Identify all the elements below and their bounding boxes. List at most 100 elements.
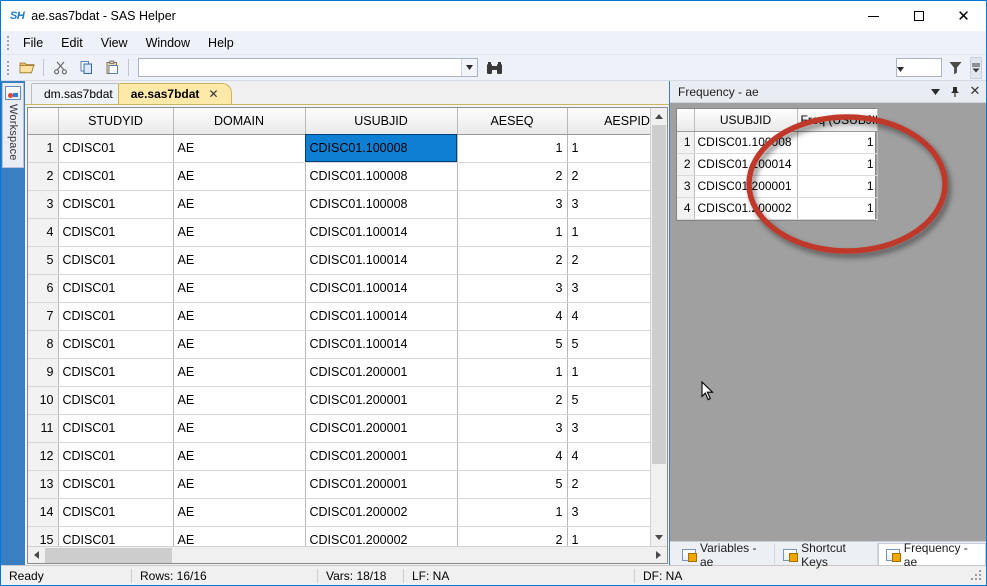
cell-aeseq[interactable]: 1 xyxy=(457,134,568,163)
close-button[interactable]: ✕ xyxy=(941,1,986,31)
cell-aeseq[interactable]: 2 xyxy=(457,162,568,191)
cell-aeseq[interactable]: 3 xyxy=(457,414,568,443)
column-header-domain[interactable]: DOMAIN xyxy=(173,108,306,135)
table-row[interactable]: 1 CDISC01.100008 1 xyxy=(677,131,878,154)
row-number[interactable]: 7 xyxy=(28,302,59,331)
column-header-aeseq[interactable]: AESEQ xyxy=(457,108,568,135)
vertical-scrollbar[interactable] xyxy=(650,108,667,546)
cell-aeseq[interactable]: 1 xyxy=(457,498,568,527)
panel-pin-button[interactable] xyxy=(946,82,964,102)
cell-studyid[interactable]: CDISC01 xyxy=(58,498,174,527)
column-header-usubjid[interactable]: USUBJID xyxy=(305,108,458,135)
scroll-right-button[interactable] xyxy=(650,547,667,564)
table-row[interactable]: 12 CDISC01 AE CDISC01.200001 4 4 xyxy=(28,442,650,471)
cell-aespid[interactable]: 2 xyxy=(567,246,650,275)
cell-freq[interactable]: 1 xyxy=(797,153,878,176)
tab-ae-sas7bdat[interactable]: ae.sas7bdat ✕ xyxy=(117,83,232,104)
scroll-left-button[interactable] xyxy=(28,547,45,564)
horizontal-scroll-track[interactable] xyxy=(45,547,650,564)
cell-usubjid[interactable]: CDISC01.100014 xyxy=(305,274,458,303)
cell-usubjid[interactable]: CDISC01.100008 xyxy=(694,131,798,154)
cell-usubjid[interactable]: CDISC01.100014 xyxy=(305,330,458,359)
row-number[interactable]: 4 xyxy=(677,197,695,220)
table-row[interactable]: 13 CDISC01 AE CDISC01.200001 5 2 xyxy=(28,470,650,499)
cell-usubjid[interactable]: CDISC01.100014 xyxy=(305,218,458,247)
chevron-down-icon-2[interactable] xyxy=(897,59,904,77)
cell-usubjid[interactable]: CDISC01.200001 xyxy=(305,470,458,499)
cell-aeseq[interactable]: 5 xyxy=(457,330,568,359)
table-row[interactable]: 11 CDISC01 AE CDISC01.200001 3 3 xyxy=(28,414,650,443)
cell-aespid[interactable]: 3 xyxy=(567,274,650,303)
cell-aespid[interactable]: 1 xyxy=(567,526,650,546)
cell-usubjid[interactable]: CDISC01.200001 xyxy=(305,414,458,443)
cell-studyid[interactable]: CDISC01 xyxy=(58,358,174,387)
frequency-row-number-header[interactable] xyxy=(677,109,695,132)
cell-studyid[interactable]: CDISC01 xyxy=(58,302,174,331)
cell-domain[interactable]: AE xyxy=(173,302,306,331)
cell-aespid[interactable]: 3 xyxy=(567,190,650,219)
cell-usubjid[interactable]: CDISC01.100014 xyxy=(694,153,798,176)
cell-aespid[interactable]: 5 xyxy=(567,330,650,359)
cell-studyid[interactable]: CDISC01 xyxy=(58,386,174,415)
cell-aeseq[interactable]: 2 xyxy=(457,526,568,546)
chevron-down-icon[interactable] xyxy=(461,59,477,76)
table-row[interactable]: 2 CDISC01.100014 1 xyxy=(677,153,878,176)
cell-usubjid[interactable]: CDISC01.200001 xyxy=(305,386,458,415)
panel-menu-button[interactable] xyxy=(926,82,944,102)
cell-aespid[interactable]: 5 xyxy=(567,386,650,415)
open-button[interactable] xyxy=(15,57,39,79)
frequency-column-header-freq[interactable]: Freq (USUBJID) xyxy=(797,109,878,132)
cell-domain[interactable]: AE xyxy=(173,134,306,163)
cell-aeseq[interactable]: 4 xyxy=(457,302,568,331)
cell-aeseq[interactable]: 3 xyxy=(457,190,568,219)
table-row[interactable]: 5 CDISC01 AE CDISC01.100014 2 2 xyxy=(28,246,650,275)
row-number[interactable]: 2 xyxy=(677,153,695,176)
panel-close-button[interactable]: ✕ xyxy=(966,82,984,102)
cell-domain[interactable]: AE xyxy=(173,414,306,443)
close-icon[interactable]: ✕ xyxy=(208,87,218,101)
cell-usubjid[interactable]: CDISC01.200002 xyxy=(694,197,798,220)
row-number[interactable]: 10 xyxy=(28,386,59,415)
cell-aespid[interactable]: 1 xyxy=(567,134,650,163)
table-row[interactable]: 9 CDISC01 AE CDISC01.200001 1 1 xyxy=(28,358,650,387)
table-row[interactable]: 3 CDISC01.200001 1 xyxy=(677,175,878,198)
frequency-column-header-usubjid[interactable]: USUBJID xyxy=(694,109,798,132)
cell-studyid[interactable]: CDISC01 xyxy=(58,190,174,219)
table-row[interactable]: 15 CDISC01 AE CDISC01.200002 2 1 xyxy=(28,526,650,546)
cell-domain[interactable]: AE xyxy=(173,498,306,527)
resize-grip-icon[interactable] xyxy=(971,569,983,582)
table-row[interactable]: 6 CDISC01 AE CDISC01.100014 3 3 xyxy=(28,274,650,303)
row-number[interactable]: 13 xyxy=(28,470,59,499)
tab-frequency-ae[interactable]: Frequency - ae xyxy=(877,541,986,569)
cell-domain[interactable]: AE xyxy=(173,386,306,415)
cell-aespid[interactable]: 3 xyxy=(567,414,650,443)
horizontal-scrollbar[interactable] xyxy=(28,546,667,563)
cell-domain[interactable]: AE xyxy=(173,358,306,387)
cut-button[interactable] xyxy=(48,57,72,79)
cell-usubjid[interactable]: CDISC01.200001 xyxy=(694,175,798,198)
filter-combo[interactable] xyxy=(896,58,942,77)
row-number[interactable]: 2 xyxy=(28,162,59,191)
row-number[interactable]: 14 xyxy=(28,498,59,527)
row-number-header[interactable] xyxy=(28,108,59,135)
cell-usubjid[interactable]: CDISC01.200001 xyxy=(305,442,458,471)
row-number[interactable]: 8 xyxy=(28,330,59,359)
cell-studyid[interactable]: CDISC01 xyxy=(58,246,174,275)
cell-studyid[interactable]: CDISC01 xyxy=(58,330,174,359)
cell-aespid[interactable]: 3 xyxy=(567,498,650,527)
table-row[interactable]: 4 CDISC01 AE CDISC01.100014 1 1 xyxy=(28,218,650,247)
cell-usubjid[interactable]: CDISC01.200002 xyxy=(305,498,458,527)
row-number[interactable]: 3 xyxy=(28,190,59,219)
cell-studyid[interactable]: CDISC01 xyxy=(58,470,174,499)
menu-item-edit[interactable]: Edit xyxy=(52,33,92,53)
cell-aespid[interactable]: 2 xyxy=(567,162,650,191)
menu-item-view[interactable]: View xyxy=(92,33,137,53)
cell-usubjid[interactable]: CDISC01.200001 xyxy=(305,358,458,387)
cell-domain[interactable]: AE xyxy=(173,470,306,499)
horizontal-scroll-thumb[interactable] xyxy=(45,547,173,563)
row-number[interactable]: 11 xyxy=(28,414,59,443)
row-number[interactable]: 3 xyxy=(677,175,695,198)
cell-aeseq[interactable]: 5 xyxy=(457,470,568,499)
cell-domain[interactable]: AE xyxy=(173,162,306,191)
cell-studyid[interactable]: CDISC01 xyxy=(58,414,174,443)
